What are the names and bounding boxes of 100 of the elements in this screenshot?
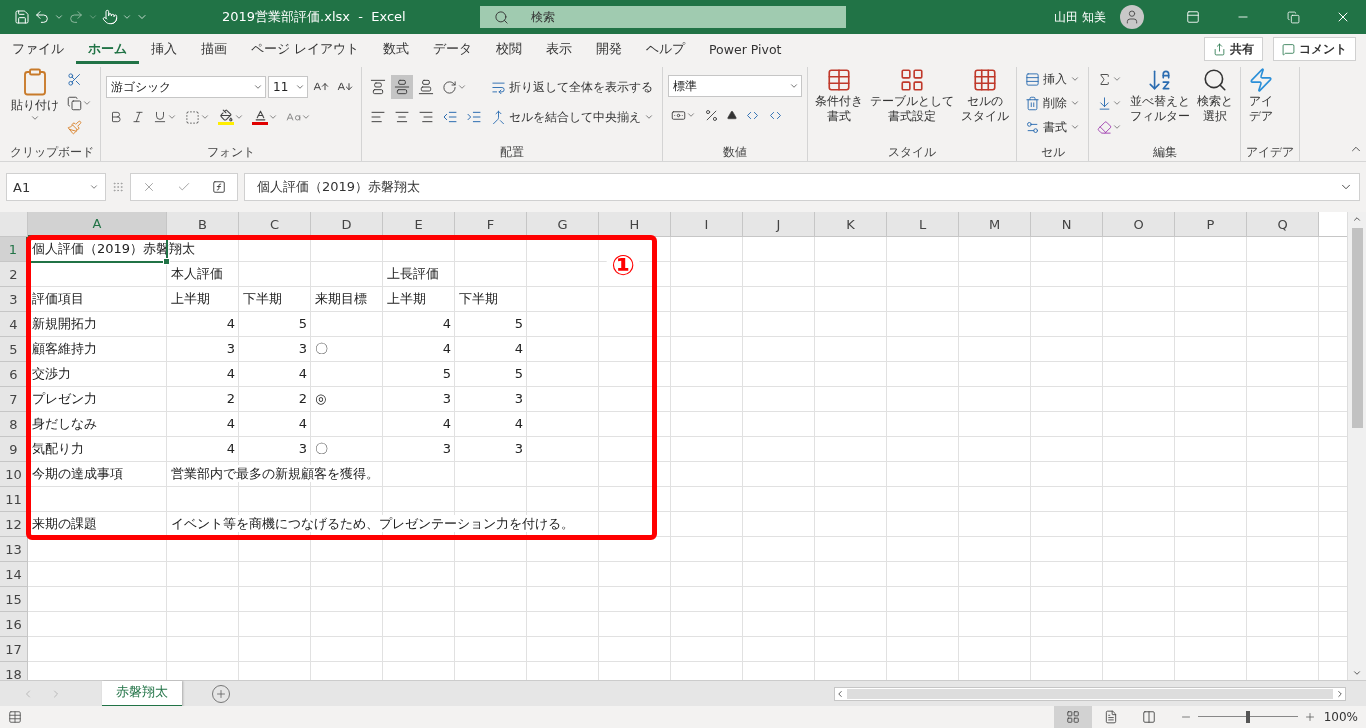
grid-icon: [1065, 710, 1080, 724]
row-header[interactable]: 9: [0, 437, 28, 462]
search-field[interactable]: 検索: [479, 6, 846, 28]
font-name-field[interactable]: 游ゴシック: [106, 76, 266, 98]
zoom-in-icon[interactable]: [1303, 711, 1316, 723]
row-header[interactable]: 4: [0, 312, 28, 337]
columns-icon: [1141, 710, 1156, 724]
fill-handle[interactable]: [163, 258, 170, 265]
name-box[interactable]: A1: [6, 173, 106, 201]
column-header[interactable]: F: [455, 212, 527, 237]
row-header[interactable]: 11: [0, 487, 28, 512]
ideas-button[interactable]: アイ デア: [1246, 67, 1276, 143]
row-header[interactable]: 10: [0, 462, 28, 487]
merge-center-button[interactable]: セルを結合して中央揃え: [488, 105, 657, 129]
caret-icon: [268, 112, 278, 122]
column-header[interactable]: L: [887, 212, 959, 237]
redo-icon[interactable]: [68, 9, 84, 25]
ribbon-tab[interactable]: 挿入: [139, 34, 189, 64]
row-header[interactable]: 7: [0, 387, 28, 412]
paintbrush-icon: [67, 119, 82, 135]
row-header[interactable]: 14: [0, 562, 28, 587]
cell-action-button[interactable]: 削除: [1022, 91, 1083, 115]
ribbon-tab[interactable]: ファイル: [0, 34, 76, 64]
ribbon-tab[interactable]: 描画: [189, 34, 239, 64]
cell-action-button[interactable]: 挿入: [1022, 67, 1083, 91]
ribbon-tab[interactable]: 開発: [584, 34, 634, 64]
ribbon-tab[interactable]: 校閲: [484, 34, 534, 64]
cell-action-button[interactable]: 書式: [1022, 115, 1083, 139]
ribbon-tab[interactable]: 表示: [534, 34, 584, 64]
scroll-left-icon: [835, 688, 845, 699]
paste-button[interactable]: 貼り付け: [9, 67, 61, 143]
avatar[interactable]: [1120, 5, 1144, 29]
view-button[interactable]: [1053, 706, 1092, 728]
ribbon-tab[interactable]: 数式: [371, 34, 421, 64]
vertical-align-button[interactable]: [391, 75, 413, 99]
sort-filter-button[interactable]: 並べ替えと フィルター: [1128, 67, 1192, 143]
function-icon[interactable]: [212, 180, 227, 194]
caret-icon: [301, 112, 311, 122]
ribbon-tab[interactable]: Power Pivot: [697, 34, 794, 64]
share-button[interactable]: 共有: [1204, 37, 1263, 61]
cell-text: 身だしなみ: [32, 415, 97, 432]
column-header[interactable]: J: [743, 212, 815, 237]
ribbon-tab[interactable]: データ: [421, 34, 484, 64]
horizontal-scrollbar[interactable]: [834, 686, 1346, 701]
row-header[interactable]: 8: [0, 412, 28, 437]
column-header[interactable]: H: [599, 212, 671, 237]
column-header[interactable]: O: [1103, 212, 1175, 237]
row-header[interactable]: 15: [0, 587, 28, 612]
column-header[interactable]: Q: [1247, 212, 1319, 237]
column-header[interactable]: M: [959, 212, 1031, 237]
find-select-button[interactable]: 検索と 選択: [1195, 67, 1235, 143]
row-header[interactable]: 13: [0, 537, 28, 562]
caret-icon: [200, 112, 210, 122]
column-header[interactable]: E: [383, 212, 455, 237]
row-header[interactable]: 16: [0, 612, 28, 637]
scroll-right-icon: [1335, 688, 1345, 699]
bold-icon: [109, 110, 123, 124]
caret-icon: [88, 12, 98, 22]
sheet-tab[interactable]: 赤磐翔太: [102, 680, 182, 707]
style-button[interactable]: テーブルとして 書式設定: [868, 67, 956, 143]
ribbon-display-icon[interactable]: [1186, 10, 1200, 24]
column-header[interactable]: I: [671, 212, 743, 237]
style-button[interactable]: セルの スタイル: [959, 67, 1011, 143]
column-header[interactable]: K: [815, 212, 887, 237]
column-header[interactable]: N: [1031, 212, 1103, 237]
column-header[interactable]: B: [167, 212, 239, 237]
row-header[interactable]: 5: [0, 337, 28, 362]
row-header[interactable]: 17: [0, 637, 28, 662]
cell-text: 交渉力: [32, 365, 71, 382]
undo-icon[interactable]: [34, 9, 50, 25]
font-size-field[interactable]: 11: [268, 76, 308, 98]
column-header[interactable]: G: [527, 212, 599, 237]
cell-text: 上半期: [387, 290, 426, 307]
comment-button[interactable]: コメント: [1273, 37, 1356, 61]
scroll-thumb[interactable]: [1351, 228, 1363, 428]
restore-icon[interactable]: [1286, 10, 1300, 24]
row-header[interactable]: 6: [0, 362, 28, 387]
group-label: スタイル: [888, 144, 936, 161]
column-header[interactable]: D: [311, 212, 383, 237]
column-header[interactable]: C: [239, 212, 311, 237]
style-button[interactable]: 条件付き 書式: [813, 67, 865, 143]
column-header[interactable]: P: [1175, 212, 1247, 237]
row-header[interactable]: 1: [0, 237, 28, 262]
ribbon-tab[interactable]: ヘルプ: [634, 34, 697, 64]
row-header[interactable]: 2: [0, 262, 28, 287]
vertical-scrollbar[interactable]: [1347, 212, 1366, 680]
touch-icon[interactable]: [102, 9, 118, 25]
check-icon[interactable]: [177, 180, 191, 194]
row-header[interactable]: 18: [0, 662, 28, 680]
save-icon[interactable]: [14, 9, 30, 25]
row-header[interactable]: 3: [0, 287, 28, 312]
wrap-text-button[interactable]: 折り返して全体を表示する: [488, 75, 657, 99]
row-header[interactable]: 12: [0, 512, 28, 537]
zoom-thumb[interactable]: [1245, 711, 1250, 723]
column-header[interactable]: A: [28, 212, 167, 237]
scroll-thumb[interactable]: [847, 688, 1333, 699]
formula-field[interactable]: 個人評価（2019）赤磐翔太: [244, 173, 1360, 201]
number-format-field[interactable]: 標準: [668, 75, 802, 97]
caret-icon: [1070, 74, 1080, 84]
ribbon-tab[interactable]: ページ レイアウト: [239, 34, 371, 64]
